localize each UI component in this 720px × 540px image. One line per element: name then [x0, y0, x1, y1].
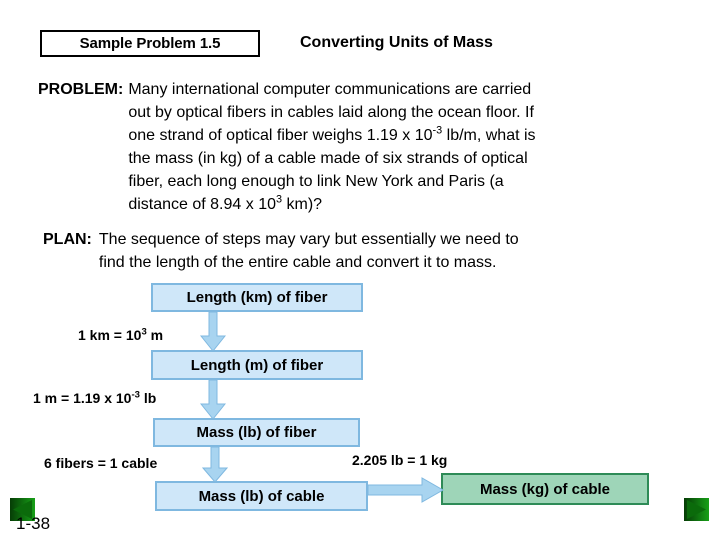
problem-line-6: distance of 8.94 x 103 km)?	[128, 193, 535, 216]
flow-box-length-km-of-fiber-label: Length (km) of fiber	[186, 289, 328, 306]
problem-line-1: Many international computer communicatio…	[128, 81, 532, 98]
flow-box-mass-lb-of-cable-label: Mass (lb) of cable	[198, 487, 325, 505]
problem-line-6-b: km)?	[282, 196, 323, 213]
problem-paragraph: PROBLEM: Many international computer com…	[38, 78, 698, 217]
plan-line-1: The sequence of steps may vary but essen…	[98, 231, 519, 248]
flow-box-mass-kg-of-cable-label: Mass (kg) of cable	[479, 480, 611, 498]
plan-label: PLAN:	[43, 231, 92, 248]
arrow-right-icon-lb-to-kg	[368, 477, 444, 503]
sample-problem-badge-label: Sample Problem 1.5	[79, 35, 221, 52]
conversion-label-m-to-lb: 1 m = 1.19 x 10-3 lb	[33, 390, 156, 406]
problem-line-5: fiber, each long enough to link New York…	[128, 173, 504, 190]
conversion-label-lb-to-kg: 2.205 lb = 1 kg	[352, 452, 448, 468]
arrow-down-icon-fiber-to-cable	[202, 447, 228, 483]
page-title: Converting Units of Mass	[300, 34, 493, 51]
problem-line-4: the mass (in kg) of a cable made of six …	[128, 150, 528, 167]
flow-box-length-m-of-fiber: Length (m) of fiber	[151, 350, 363, 380]
next-slide-triangle-icon[interactable]	[684, 498, 709, 521]
problem-line-2: out by optical fibers in cables laid alo…	[128, 104, 534, 121]
problem-line-3-a: one strand of optical fiber weighs 1.19 …	[128, 127, 433, 144]
problem-line-3: one strand of optical fiber weighs 1.19 …	[128, 124, 535, 147]
flow-box-mass-lb-of-fiber: Mass (lb) of fiber	[153, 418, 360, 447]
plan-text: The sequence of steps may vary but essen…	[99, 228, 519, 274]
arrow-down-icon-m-to-lb	[200, 380, 226, 420]
conversion-label-m-to-lb-b: lb	[139, 390, 157, 406]
conversion-label-km-to-m-b: m	[146, 327, 164, 343]
flow-box-length-km-of-fiber: Length (km) of fiber	[151, 283, 363, 312]
flow-box-mass-kg-of-cable: Mass (kg) of cable	[441, 473, 649, 505]
page-number: 1-38	[16, 514, 51, 533]
flow-box-mass-lb-of-cable: Mass (lb) of cable	[155, 481, 368, 511]
problem-line-3-exponent: -3	[432, 124, 443, 137]
conversion-label-fibers-to-cable: 6 fibers = 1 cable	[44, 455, 158, 471]
flow-box-length-m-of-fiber-label: Length (m) of fiber	[190, 356, 324, 374]
problem-line-6-a: distance of 8.94 x 10	[128, 196, 276, 213]
conversion-label-km-to-m-a: 1 km = 10	[78, 327, 142, 343]
flow-box-mass-lb-of-fiber-label: Mass (lb) of fiber	[196, 424, 317, 441]
problem-line-3-b: lb/m, what is	[442, 127, 536, 144]
conversion-label-m-to-lb-a: 1 m = 1.19 x 10	[33, 390, 132, 406]
conversion-label-m-to-lb-exponent: -3	[131, 389, 140, 401]
slide-canvas: Sample Problem 1.5 Converting Units of M…	[0, 0, 720, 540]
conversion-label-km-to-m: 1 km = 103 m	[78, 327, 163, 343]
problem-label: PROBLEM:	[38, 81, 124, 98]
sample-problem-badge: Sample Problem 1.5	[40, 30, 260, 57]
plan-line-2: find the length of the entire cable and …	[98, 254, 497, 271]
problem-text: Many international computer communicatio…	[128, 78, 535, 216]
arrow-down-icon-km-to-m	[200, 312, 226, 352]
plan-paragraph: PLAN: The sequence of steps may vary but…	[38, 228, 698, 275]
